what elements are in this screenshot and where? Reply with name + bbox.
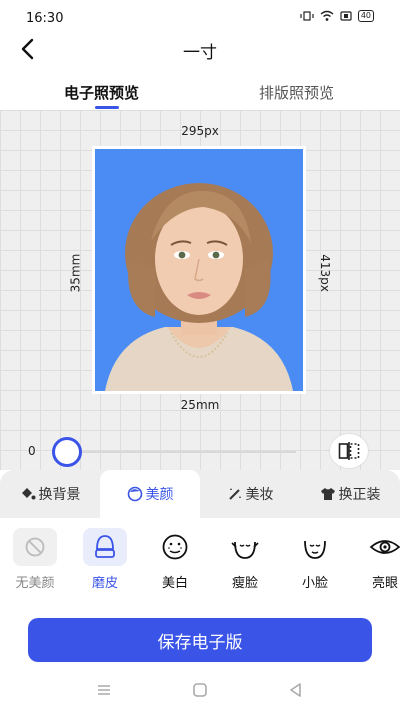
intensity-slider-row: 0 bbox=[0, 430, 400, 470]
effect-smooth-skin[interactable]: 磨皮 bbox=[70, 528, 140, 591]
effect-no-beauty-label: 无美颜 bbox=[15, 576, 55, 591]
smooth-skin-icon bbox=[83, 528, 127, 566]
slim-face-icon bbox=[223, 528, 267, 566]
shirt-icon bbox=[320, 488, 335, 500]
effect-bright-eye[interactable]: 亮眼 bbox=[350, 528, 400, 591]
sim-icon bbox=[340, 11, 352, 21]
tab-digital-preview[interactable]: 电子照预览 bbox=[64, 82, 139, 103]
compare-button[interactable] bbox=[330, 434, 368, 468]
edit-panel: 换背景 美颜 美妆 换正装 无美颜 磨皮 美白 瘦脸 小脸 亮眼 保存电子版 bbox=[0, 470, 400, 711]
effect-slim-face[interactable]: 瘦脸 bbox=[210, 528, 280, 591]
category-tabs: 换背景 美颜 美妆 换正装 bbox=[0, 470, 400, 518]
magic-wand-icon bbox=[228, 488, 241, 500]
photo-frame bbox=[92, 146, 306, 394]
tab-beauty-label: 美颜 bbox=[145, 487, 174, 503]
view-tabs: 电子照预览 排版照预览 bbox=[0, 78, 400, 110]
effect-smooth-skin-label: 磨皮 bbox=[91, 576, 118, 591]
tab-beauty[interactable]: 美颜 bbox=[100, 470, 200, 518]
effect-bright-eye-label: 亮眼 bbox=[371, 576, 398, 591]
effect-whiten[interactable]: 美白 bbox=[140, 528, 210, 591]
id-photo bbox=[95, 149, 303, 391]
photo-preview-area: 295px 35mm 413px 25mm bbox=[0, 110, 400, 470]
page-title: 一寸 bbox=[183, 43, 217, 63]
vibrate-icon bbox=[300, 11, 314, 21]
effect-whiten-label: 美白 bbox=[161, 576, 188, 591]
tab-layout-preview[interactable]: 排版照预览 bbox=[259, 82, 334, 103]
back-nav-icon[interactable] bbox=[288, 682, 304, 698]
menu-icon[interactable] bbox=[96, 682, 112, 698]
face-beauty-icon bbox=[127, 486, 142, 502]
tab-change-background[interactable]: 换背景 bbox=[0, 470, 100, 518]
tab-change-background-label: 换背景 bbox=[38, 487, 81, 503]
slider-track[interactable] bbox=[66, 451, 296, 453]
slider-handle[interactable] bbox=[52, 437, 82, 467]
width-mm-label: 25mm bbox=[180, 398, 220, 412]
effect-no-beauty[interactable]: 无美颜 bbox=[0, 528, 70, 591]
home-icon[interactable] bbox=[192, 682, 208, 698]
slider-value: 0 bbox=[28, 444, 36, 458]
effect-small-face[interactable]: 小脸 bbox=[280, 528, 350, 591]
header: 一寸 bbox=[0, 30, 400, 70]
save-digital-button[interactable]: 保存电子版 bbox=[28, 618, 372, 662]
wifi-icon bbox=[320, 10, 334, 21]
compare-icon bbox=[338, 442, 360, 460]
height-px-label: 413px bbox=[317, 254, 332, 292]
tab-makeup[interactable]: 美妆 bbox=[200, 470, 300, 518]
small-face-icon bbox=[293, 528, 337, 566]
whiten-icon bbox=[153, 528, 197, 566]
effect-slim-face-label: 瘦脸 bbox=[231, 576, 258, 591]
paint-bucket-icon bbox=[21, 488, 35, 500]
no-effect-icon bbox=[13, 528, 57, 566]
battery-indicator: 40 bbox=[357, 10, 374, 22]
effect-small-face-label: 小脸 bbox=[301, 576, 328, 591]
tab-active-indicator bbox=[95, 106, 119, 109]
status-time: 16:30 bbox=[26, 11, 64, 26]
system-nav-bar bbox=[0, 678, 400, 708]
width-px-label: 295px bbox=[181, 124, 219, 138]
tab-makeup-label: 美妆 bbox=[245, 487, 274, 503]
status-icons: 40 bbox=[300, 10, 374, 22]
tab-formal-wear-label: 换正装 bbox=[338, 487, 381, 503]
bright-eye-icon bbox=[363, 528, 400, 566]
tab-formal-wear[interactable]: 换正装 bbox=[300, 470, 400, 518]
height-mm-label: 35mm bbox=[68, 253, 83, 293]
beauty-effects-list: 无美颜 磨皮 美白 瘦脸 小脸 亮眼 bbox=[0, 528, 400, 598]
portrait-illustration bbox=[105, 183, 293, 391]
